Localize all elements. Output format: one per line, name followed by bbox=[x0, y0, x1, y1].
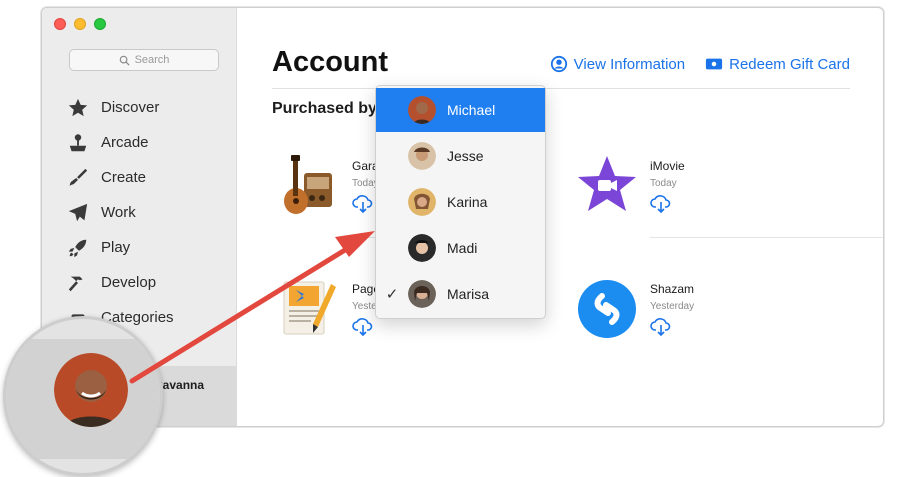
avatar bbox=[408, 142, 436, 170]
download-cloud-icon[interactable] bbox=[650, 195, 672, 213]
account-links: View Information Redeem Gift Card bbox=[550, 55, 850, 73]
menu-item-jesse[interactable]: Jesse bbox=[376, 134, 545, 178]
sidebar-nav: Discover Arcade Create Work Play Develop… bbox=[66, 90, 174, 335]
row-divider bbox=[650, 237, 883, 238]
shazam-icon bbox=[578, 280, 636, 338]
magnifier-callout bbox=[3, 316, 163, 476]
page-title: Account bbox=[272, 46, 388, 78]
menu-item-michael[interactable]: Michael bbox=[376, 88, 545, 132]
sidebar-item-work[interactable]: Work bbox=[66, 195, 174, 230]
download-cloud-icon[interactable] bbox=[650, 318, 672, 336]
redeem-gift-card-label: Redeem Gift Card bbox=[729, 55, 850, 73]
checkmark-icon: ✓ bbox=[385, 286, 399, 303]
pages-icon bbox=[283, 281, 336, 335]
download-cloud-icon[interactable] bbox=[352, 318, 374, 336]
app-name: iMovie bbox=[650, 159, 685, 173]
hammer-icon bbox=[68, 276, 83, 291]
view-information-link[interactable]: View Information bbox=[550, 55, 685, 73]
account-avatar[interactable] bbox=[54, 353, 128, 427]
sidebar-item-label: Play bbox=[101, 239, 131, 256]
joystick-icon bbox=[69, 133, 87, 151]
sidebar-item-label: Arcade bbox=[101, 134, 149, 151]
search-input[interactable]: Search bbox=[69, 49, 219, 71]
avatar bbox=[408, 280, 436, 308]
sidebar-item-label: Create bbox=[101, 169, 147, 186]
window-controls bbox=[54, 18, 106, 30]
star-icon bbox=[68, 98, 88, 116]
account-page: Account View Information Redeem Gift Car… bbox=[238, 8, 883, 426]
avatar bbox=[408, 96, 436, 124]
sidebar-item-arcade[interactable]: Arcade bbox=[66, 125, 174, 160]
brush-icon bbox=[69, 168, 88, 186]
purchased-by-label: Purchased by bbox=[272, 100, 377, 117]
app-name: Shazam bbox=[650, 282, 695, 296]
menu-item-label: Michael bbox=[447, 102, 496, 118]
imovie-icon bbox=[578, 156, 636, 211]
gift-card-icon bbox=[706, 58, 723, 70]
minimize-button[interactable] bbox=[74, 18, 86, 30]
sidebar-item-discover[interactable]: Discover bbox=[66, 90, 174, 125]
menu-item-madi[interactable]: Madi bbox=[376, 226, 545, 270]
avatar bbox=[408, 188, 436, 216]
menu-item-label: Jesse bbox=[447, 148, 484, 164]
header-divider bbox=[272, 88, 850, 89]
app-date: Yesterday bbox=[650, 301, 695, 312]
menu-item-label: Marisa bbox=[447, 286, 490, 302]
menu-item-label: Madi bbox=[447, 240, 478, 256]
family-member-menu: Michael Jesse Karina Madi ✓ Marisa bbox=[375, 85, 546, 319]
search-icon bbox=[119, 55, 130, 66]
sidebar-item-label: Discover bbox=[101, 99, 160, 116]
sidebar-item-develop[interactable]: Develop bbox=[66, 265, 174, 300]
screenshot-stage: Search Discover Arcade Create Work Play … bbox=[0, 0, 900, 477]
menu-item-marisa[interactable]: ✓ Marisa bbox=[376, 272, 545, 316]
sidebar-item-create[interactable]: Create bbox=[66, 160, 174, 195]
menu-item-label: Karina bbox=[447, 194, 488, 210]
redeem-gift-card-link[interactable]: Redeem Gift Card bbox=[705, 55, 850, 73]
magnified-sidebar bbox=[6, 319, 160, 473]
download-cloud-icon[interactable] bbox=[352, 195, 374, 213]
person-circle-icon bbox=[550, 55, 567, 73]
avatar bbox=[408, 234, 436, 262]
rocket-icon bbox=[68, 239, 87, 257]
view-information-label: View Information bbox=[573, 55, 686, 73]
sidebar-item-label: Develop bbox=[101, 274, 157, 291]
sidebar-item-label: Work bbox=[101, 204, 136, 221]
menu-item-karina[interactable]: Karina bbox=[376, 180, 545, 224]
sidebar-item-play[interactable]: Play bbox=[66, 230, 174, 265]
zoom-button[interactable] bbox=[94, 18, 106, 30]
search-placeholder: Search bbox=[134, 54, 170, 66]
garageband-icon bbox=[284, 155, 332, 214]
paper-plane-icon bbox=[68, 203, 88, 221]
close-button[interactable] bbox=[54, 18, 66, 30]
app-date: Today bbox=[650, 178, 677, 189]
